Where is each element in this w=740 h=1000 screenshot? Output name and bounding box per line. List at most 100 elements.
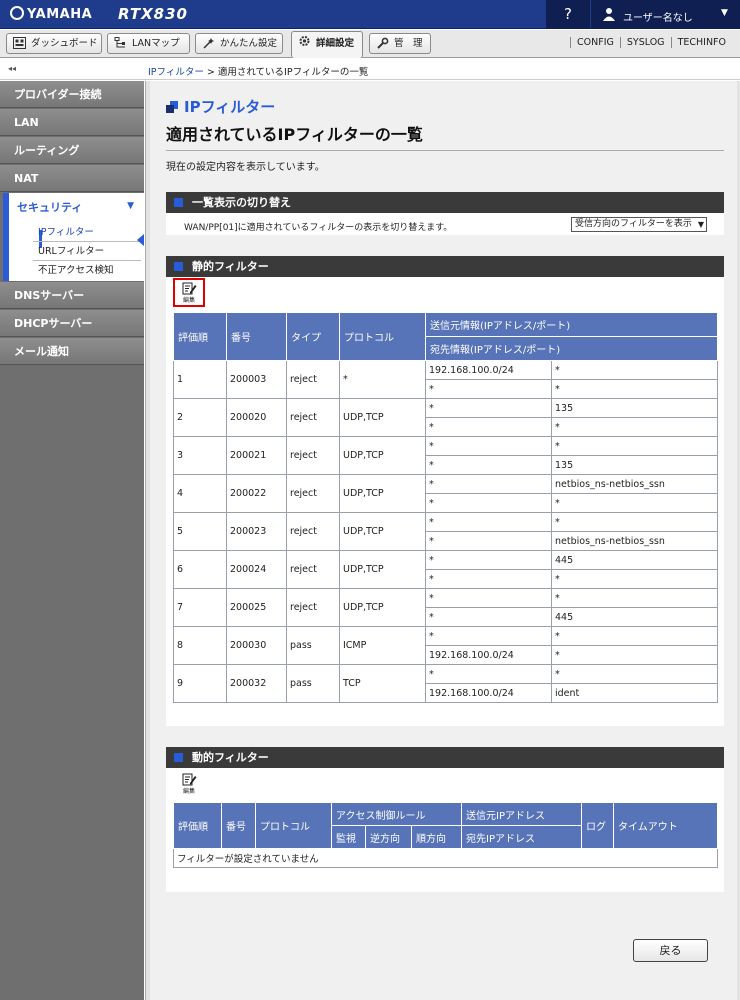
sidebar-subitem-url-filter[interactable]: URLフィルター <box>33 242 141 261</box>
cell-type: reject <box>286 512 340 551</box>
table-row: 5 200023 reject UDP,TCP * * <box>173 512 718 551</box>
sidebar-subitem-ip-filter[interactable]: IPフィルター <box>33 223 141 242</box>
cell-number: 200032 <box>226 664 287 703</box>
edit-label: 編集 <box>182 297 195 304</box>
dynamic-edit-button[interactable]: 編集 <box>178 772 200 796</box>
cell-destination-ip: * <box>425 493 552 513</box>
cell-source-port: netbios_ns-netbios_ssn <box>551 474 718 494</box>
cell-number: 200003 <box>226 360 287 399</box>
main-area: IPフィルター 適用されているIPフィルターの一覧 現在の設定内容を表示していま… <box>145 81 740 1000</box>
sidebar-item-nat[interactable]: NAT <box>0 165 144 192</box>
cell-type: pass <box>286 664 340 703</box>
tab-management[interactable]: 管 理 <box>369 33 431 54</box>
page-description: 現在の設定内容を表示しています。 <box>166 162 325 173</box>
yamaha-logo-icon <box>10 6 24 20</box>
sidebar-item-provider[interactable]: プロバイダー接続 <box>0 81 144 108</box>
section-square-icon <box>174 753 183 762</box>
sidebar-item-security[interactable]: セキュリティ <box>17 199 82 215</box>
section-square-icon <box>174 262 183 271</box>
cell-number: 200023 <box>226 512 287 551</box>
sidebar-item-dns[interactable]: DNSサーバー <box>0 282 144 309</box>
section-title: 動的フィルター <box>192 751 269 764</box>
page-title: 適用されているIPフィルターの一覧 <box>166 125 423 144</box>
cell-source-ip: * <box>425 436 552 456</box>
dynamic-filter-table: 評価順 番号 プロトコル アクセス制御ルール 送信元IPアドレス ログ タイムア… <box>173 802 718 868</box>
cell-number: 200025 <box>226 588 287 627</box>
current-item-arrow-icon <box>137 234 144 246</box>
cell-type: reject <box>286 588 340 627</box>
cell-destination-ip: * <box>425 607 552 627</box>
cell-order: 5 <box>173 512 227 551</box>
cell-number: 200030 <box>226 626 287 665</box>
cell-source-port: 445 <box>551 550 718 570</box>
section-header: 動的フィルター <box>166 747 724 768</box>
config-link[interactable]: CONFIG <box>570 37 620 48</box>
static-filter-table: 評価順 番号 タイプ プロトコル 送信元情報(IPアドレス/ポート) 宛先情報(… <box>173 312 718 703</box>
help-button[interactable]: ? <box>546 0 590 29</box>
breadcrumb-separator: > <box>203 67 218 78</box>
cell-number: 200020 <box>226 398 287 437</box>
section-header: 静的フィルター <box>166 256 724 277</box>
cell-protocol: UDP,TCP <box>339 398 426 437</box>
page-subtitle: IPフィルター <box>166 96 275 117</box>
cell-order: 8 <box>173 626 227 665</box>
sidebar-item-lan[interactable]: LAN <box>0 109 144 136</box>
cell-source-ip: * <box>425 512 552 532</box>
col-header-forward: 順方向 <box>411 825 462 849</box>
cell-source-port: * <box>551 664 718 684</box>
cell-destination-ip: 192.168.100.0/24 <box>425 645 552 665</box>
cell-destination-port: netbios_ns-netbios_ssn <box>551 531 718 551</box>
edit-icon <box>182 282 196 295</box>
section-title: 静的フィルター <box>192 260 269 273</box>
collapse-sidebar-icon[interactable]: ◂◂ <box>8 64 16 73</box>
sidebar-item-dhcp[interactable]: DHCPサーバー <box>0 310 144 337</box>
col-header-timeout: タイムアウト <box>613 802 718 849</box>
cell-source-port: 135 <box>551 398 718 418</box>
sidebar-subitem-intrusion-detection[interactable]: 不正アクセス検知 <box>33 261 141 280</box>
cell-source-port: * <box>551 360 718 380</box>
switch-description: WAN/PP[01]に適用されているフィルターの表示を切り替えます。 <box>184 223 453 233</box>
breadcrumb-link-ip-filter[interactable]: IPフィルター <box>148 67 204 78</box>
section-icon <box>166 101 178 113</box>
chevron-down-icon[interactable]: ▼ <box>127 201 134 211</box>
col-header-protocol: プロトコル <box>339 312 426 361</box>
techinfo-link[interactable]: TECHINFO <box>670 37 732 48</box>
cell-source-ip: * <box>425 588 552 608</box>
wizard-icon <box>203 38 214 49</box>
user-name: ユーザー名なし <box>623 13 693 24</box>
cell-destination-ip: * <box>425 455 552 475</box>
col-header-number: 番号 <box>221 802 256 849</box>
cell-type: reject <box>286 360 340 399</box>
sidebar: プロバイダー接続 LAN ルーティング NAT セキュリティ ▼ IPフィルター… <box>0 81 144 1000</box>
cell-protocol: TCP <box>339 664 426 703</box>
table-row: 9 200032 pass TCP * * <box>173 664 718 703</box>
cell-order: 4 <box>173 474 227 513</box>
cell-order: 6 <box>173 550 227 589</box>
tab-dashboard[interactable]: ダッシュボード <box>6 33 102 54</box>
select-value: 受信方向のフィルターを表示 <box>575 219 692 229</box>
cell-type: reject <box>286 398 340 437</box>
table-row: 6 200024 reject UDP,TCP * 445 <box>173 550 718 589</box>
col-header-number: 番号 <box>226 312 287 361</box>
user-menu[interactable]: ユーザー名なし ▼ <box>591 0 740 29</box>
cell-order: 1 <box>173 360 227 399</box>
breadcrumb-current: 適用されているIPフィルターの一覧 <box>217 67 369 78</box>
sidebar-item-mail[interactable]: メール通知 <box>0 338 144 365</box>
syslog-link[interactable]: SYSLOG <box>619 37 671 48</box>
cell-destination-ip: * <box>425 569 552 589</box>
section-header: 一覧表示の切り替え <box>166 192 724 213</box>
sidebar-item-routing[interactable]: ルーティング <box>0 137 144 164</box>
tab-lanmap[interactable]: LANマップ <box>107 33 190 54</box>
tab-wizard[interactable]: かんたん設定 <box>195 33 283 54</box>
direction-select[interactable]: 受信方向のフィルターを表示 ▼ <box>571 217 707 232</box>
back-button[interactable]: 戻る <box>633 939 708 962</box>
edit-icon <box>182 773 196 786</box>
breadcrumb-bar: ◂◂ IPフィルター > 適用されているIPフィルターの一覧 <box>0 59 740 80</box>
cell-number: 200022 <box>226 474 287 513</box>
cell-order: 9 <box>173 664 227 703</box>
tab-label: 管 理 <box>394 38 423 49</box>
tab-advanced-settings[interactable]: 詳細設定 <box>291 31 363 58</box>
chevron-down-icon: ▼ <box>697 220 704 229</box>
static-edit-button[interactable]: 編集 <box>178 281 200 305</box>
chevron-down-icon: ▼ <box>721 8 728 18</box>
